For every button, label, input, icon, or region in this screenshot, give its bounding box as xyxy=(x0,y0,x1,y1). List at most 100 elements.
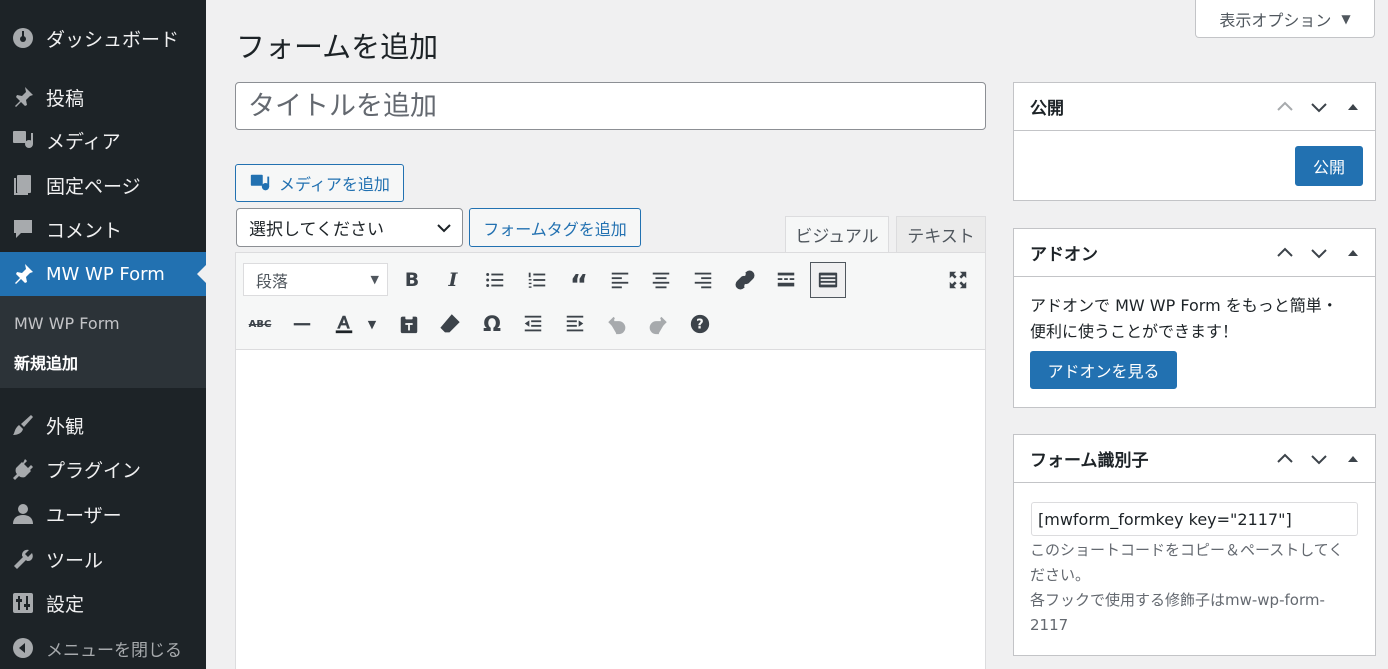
publish-button[interactable]: 公開 xyxy=(1295,146,1363,186)
shortcode-value: [mwform_formkey key="2117"] xyxy=(1038,509,1292,529)
sidebar-item-pages[interactable]: 固定ページ xyxy=(0,163,206,207)
media-icon xyxy=(8,125,38,155)
special-character-button[interactable]: Ω xyxy=(475,307,509,341)
form-identifier-note: このショートコードをコピー＆ペーストしてく ださい。 各フックで使用する修飾子は… xyxy=(1030,538,1343,638)
chevron-up-icon xyxy=(1277,101,1293,111)
horizontal-line-icon xyxy=(291,313,313,335)
toggle-panel-button[interactable] xyxy=(1343,449,1363,469)
horizontal-line-button[interactable] xyxy=(285,307,319,341)
sidebar-item-tools[interactable]: ツール xyxy=(0,537,206,581)
toggle-panel-button[interactable] xyxy=(1343,243,1363,263)
fullscreen-button[interactable] xyxy=(941,263,975,297)
align-right-button[interactable] xyxy=(686,263,720,297)
keyboard-shortcuts-button[interactable]: ? xyxy=(683,307,717,341)
metabox-controls xyxy=(1275,97,1363,117)
tab-label: テキスト xyxy=(907,227,975,247)
sidebar-item-users[interactable]: ユーザー xyxy=(0,492,206,536)
strikethrough-icon: ABC xyxy=(248,318,272,330)
submenu-item-new[interactable]: 新規追加 xyxy=(14,350,78,374)
move-down-button[interactable] xyxy=(1309,97,1329,117)
chevron-up-icon xyxy=(1277,247,1293,257)
note-line: 2117 xyxy=(1030,616,1069,634)
toolbar-toggle-button[interactable] xyxy=(810,262,846,298)
read-more-button[interactable] xyxy=(769,263,803,297)
add-media-button[interactable]: メディアを追加 xyxy=(235,164,404,202)
indent-button[interactable] xyxy=(558,307,592,341)
publish-button-label: 公開 xyxy=(1312,158,1345,177)
move-down-button[interactable] xyxy=(1309,243,1329,263)
text-color-dropdown[interactable]: ▼ xyxy=(360,307,384,341)
italic-button[interactable]: I xyxy=(436,263,470,297)
form-identifier-metabox: フォーム識別子 [mwform_formkey key="2117"] このショ… xyxy=(1013,434,1376,656)
sidebar-label: コメント xyxy=(46,219,123,242)
form-tag-select[interactable]: 選択してください xyxy=(236,208,463,247)
sidebar-item-plugins[interactable]: プラグイン xyxy=(0,447,206,491)
bold-button[interactable]: B xyxy=(395,263,429,297)
numbered-list-button[interactable] xyxy=(520,263,554,297)
sidebar-item-media[interactable]: メディア xyxy=(0,118,206,162)
tab-text[interactable]: テキスト xyxy=(896,216,986,253)
indent-icon xyxy=(564,313,586,335)
addon-metabox: アドオン アドオンで MW WP Form をもっと簡単・ 便利に使うことができ… xyxy=(1013,228,1376,408)
paste-as-text-button[interactable] xyxy=(392,307,426,341)
media-icon xyxy=(249,172,271,194)
bullet-list-icon xyxy=(484,269,506,291)
strikethrough-button[interactable]: ABC xyxy=(243,307,277,341)
sidebar-item-mwwpform[interactable]: MW WP Form xyxy=(0,252,206,296)
title-input[interactable] xyxy=(235,82,986,130)
submenu-item-list[interactable]: MW WP Form xyxy=(14,314,120,333)
align-left-button[interactable] xyxy=(603,263,637,297)
sidebar-item-appearance[interactable]: 外観 xyxy=(0,403,206,447)
metabox-title: 公開 xyxy=(1030,99,1064,119)
addon-description: アドオンで MW WP Form をもっと簡単・ 便利に使うことができます！ xyxy=(1030,293,1338,345)
clear-formatting-button[interactable] xyxy=(433,307,467,341)
outdent-button[interactable] xyxy=(516,307,550,341)
quote-icon: “ xyxy=(569,268,589,301)
sidebar-item-dashboard[interactable]: ダッシュボード xyxy=(0,16,206,60)
chevron-up-icon xyxy=(1277,453,1293,463)
metabox-title: アドオン xyxy=(1030,245,1098,265)
sidebar-label: ダッシュボード xyxy=(46,28,180,51)
bullet-list-button[interactable] xyxy=(478,263,512,297)
insert-link-button[interactable] xyxy=(728,263,762,297)
toggle-panel-button[interactable] xyxy=(1343,97,1363,117)
settings-sliders-icon xyxy=(8,588,38,618)
blockquote-button[interactable]: “ xyxy=(562,263,596,301)
view-addons-button[interactable]: アドオンを見る xyxy=(1030,351,1177,389)
move-up-button[interactable] xyxy=(1275,449,1295,469)
collapse-menu-button[interactable]: メニューを閉じる xyxy=(0,626,206,669)
text-color-button[interactable] xyxy=(326,307,362,341)
sidebar-item-settings[interactable]: 設定 xyxy=(0,581,206,625)
note-line: ださい。 xyxy=(1030,566,1091,584)
align-center-icon xyxy=(650,269,672,291)
tab-visual[interactable]: ビジュアル xyxy=(785,216,889,253)
sidebar-label: プラグイン xyxy=(46,459,142,482)
redo-button[interactable] xyxy=(641,307,675,341)
metabox-controls xyxy=(1275,449,1363,469)
add-form-tag-button[interactable]: フォームタグを追加 xyxy=(469,208,641,247)
triangle-up-icon xyxy=(1348,455,1358,462)
format-select[interactable]: 段落 ▼ xyxy=(243,263,388,296)
align-center-button[interactable] xyxy=(644,263,678,297)
chevron-down-icon xyxy=(1311,454,1327,464)
chevron-down-icon xyxy=(1311,102,1327,112)
move-down-button[interactable] xyxy=(1309,449,1329,469)
sidebar-item-comments[interactable]: コメント xyxy=(0,207,206,251)
clipboard-icon xyxy=(398,313,420,335)
sidebar-submenu: MW WP Form 新規追加 xyxy=(0,296,206,388)
undo-button[interactable] xyxy=(600,307,634,341)
publish-metabox-header: 公開 xyxy=(1014,83,1375,131)
shortcode-field[interactable]: [mwform_formkey key="2117"] xyxy=(1031,502,1358,536)
pin-icon xyxy=(8,82,38,112)
editor-content-area[interactable] xyxy=(235,349,986,669)
sidebar-item-posts[interactable]: 投稿 xyxy=(0,75,206,119)
sidebar-label: MW WP Form xyxy=(46,263,165,285)
screen-options-button[interactable]: 表示オプション ▼ xyxy=(1195,0,1375,38)
triangle-up-icon xyxy=(1348,249,1358,256)
user-icon xyxy=(8,499,38,529)
move-up-button[interactable] xyxy=(1275,97,1295,117)
note-line: 各フックで使用する修飾子はmw-wp-form- xyxy=(1030,591,1325,609)
sidebar-label: 固定ページ xyxy=(46,175,141,198)
format-select-value: 段落 xyxy=(256,271,289,291)
move-up-button[interactable] xyxy=(1275,243,1295,263)
